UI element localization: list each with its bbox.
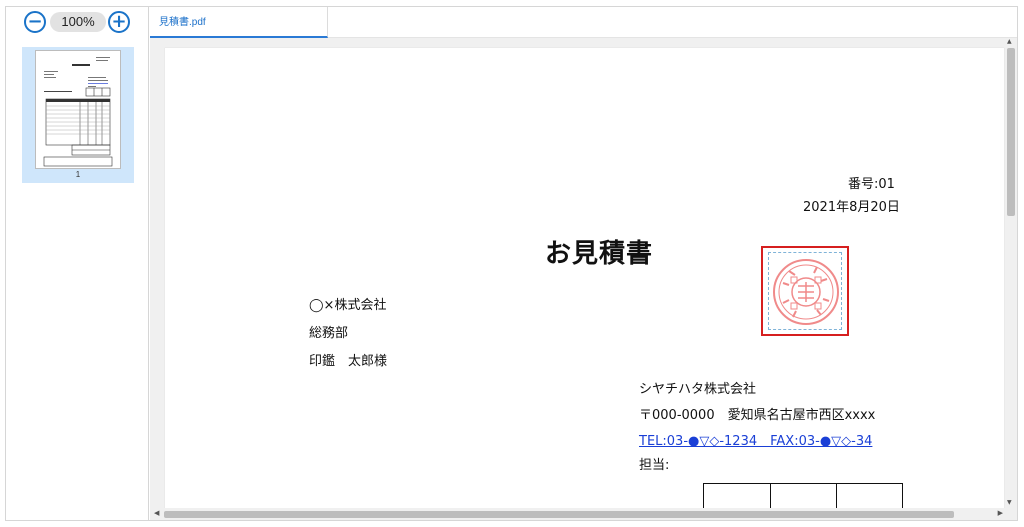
zoom-toolbar: − 100% + [6,7,149,37]
seal-stamp-area [768,252,842,330]
recipient-person: 印鑑 太郎様 [309,354,388,369]
company-seal-icon [773,259,839,325]
page-thumbnail-preview [35,50,121,169]
scroll-left-icon[interactable]: ◀ [154,509,159,517]
sender-tel-fax-link[interactable]: TEL:03-●▽◇-1234 FAX:03-●▽◇-34 [639,430,872,449]
vertical-scrollbar[interactable]: ▲ ▼ [1005,38,1017,508]
document-number: 番号:01 [848,177,895,192]
recipient-department: 総務部 [309,326,349,341]
zoom-out-button[interactable]: − [24,11,46,33]
plus-circle-icon: + [111,11,127,32]
document-area: 見積書.pdf 番号:01 2021年8月20日 お見積書 ◯×株式会社 総務部… [150,7,1017,520]
scroll-right-icon[interactable]: ▶ [998,509,1003,517]
thumbnail-sidebar: − 100% + 1 [6,7,149,520]
pdf-viewer: − 100% + 1 見積書.pdf 番号:01 2021年8月20日 お見積書… [5,6,1018,521]
recipient-company: ◯×株式会社 [309,298,387,313]
document-date: 2021年8月20日 [803,200,900,215]
document-viewer[interactable]: 番号:01 2021年8月20日 お見積書 ◯×株式会社 総務部 印鑑 太郎様 … [150,38,1017,520]
page-thumbnail-number: 1 [75,170,81,179]
scroll-up-icon[interactable]: ▲ [1007,38,1012,45]
horizontal-scrollbar[interactable]: ◀ ▶ [150,508,1017,520]
sender-address: 〒000-0000 愛知県名古屋市西区xxxx [639,408,876,423]
tab-estimate-pdf[interactable]: 見積書.pdf [150,7,328,38]
zoom-level-display: 100% [50,12,106,32]
horizontal-scroll-thumb[interactable] [164,511,954,518]
seal-stamp-box [761,246,849,336]
thumbnail-page-graphic [43,57,113,167]
page-thumbnail[interactable]: 1 [22,47,134,183]
zoom-in-button[interactable]: + [108,11,130,33]
sender-company: シヤチハタ株式会社 [639,382,757,397]
sender-contact: 担当: [639,458,670,473]
tab-bar: 見積書.pdf [150,7,1017,38]
minus-circle-icon: − [27,11,43,32]
document-title: お見積書 [545,239,654,269]
vertical-scroll-thumb[interactable] [1007,48,1015,216]
pdf-page: 番号:01 2021年8月20日 お見積書 ◯×株式会社 総務部 印鑑 太郎様 … [165,48,1004,520]
scroll-down-icon[interactable]: ▼ [1007,499,1012,506]
